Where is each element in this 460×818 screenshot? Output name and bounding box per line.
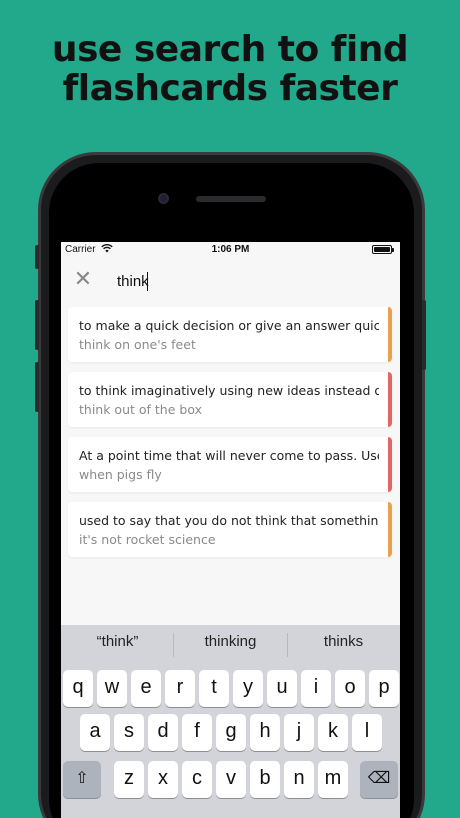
key-q[interactable]: q	[63, 670, 93, 707]
key-o[interactable]: o	[335, 670, 365, 707]
result-card[interactable]: used to say that you do not think that s…	[68, 502, 392, 557]
key-e[interactable]: e	[131, 670, 161, 707]
suggestion-thinking[interactable]: thinking	[174, 633, 287, 650]
result-card[interactable]: to think imaginatively using new ideas i…	[68, 372, 392, 427]
key-s[interactable]: s	[114, 714, 144, 751]
card-definition: to make a quick decision or give an answ…	[79, 318, 379, 333]
card-definition: used to say that you do not think that s…	[79, 513, 379, 528]
key-t[interactable]: t	[199, 670, 229, 707]
key-a[interactable]: a	[80, 714, 110, 751]
close-icon[interactable]: ✕	[73, 268, 93, 292]
status-bar: Carrier 1:06 PM	[61, 242, 400, 258]
key-c[interactable]: c	[182, 761, 212, 798]
card-color-stripe	[388, 437, 392, 492]
key-k[interactable]: k	[318, 714, 348, 751]
key-u[interactable]: u	[267, 670, 297, 707]
key-l[interactable]: l	[352, 714, 382, 751]
key-z[interactable]: z	[114, 761, 144, 798]
suggestion-thinks[interactable]: thinks	[287, 633, 400, 650]
status-time: 1:06 PM	[211, 244, 250, 255]
key-j[interactable]: j	[284, 714, 314, 751]
result-card[interactable]: to make a quick decision or give an answ…	[68, 307, 392, 362]
suggestion-bar: “think” thinking thinks	[61, 625, 400, 665]
front-camera	[158, 193, 169, 204]
key-n[interactable]: n	[284, 761, 314, 798]
key-x[interactable]: x	[148, 761, 178, 798]
card-term: think out of the box	[79, 402, 202, 417]
key-f[interactable]: f	[182, 714, 212, 751]
mute-switch	[35, 245, 39, 269]
card-definition: At a point time that will never come to …	[79, 448, 379, 463]
key-p[interactable]: p	[369, 670, 399, 707]
delete-icon[interactable]: ⌫	[360, 761, 398, 798]
result-card[interactable]: At a point time that will never come to …	[68, 437, 392, 492]
search-results-list: to make a quick decision or give an answ…	[68, 307, 400, 567]
key-i[interactable]: i	[301, 670, 331, 707]
volume-down-button	[35, 362, 39, 412]
search-input[interactable]	[117, 270, 377, 292]
promo-line-1: use search to find	[51, 29, 409, 70]
power-button	[422, 300, 426, 370]
card-term: it's not rocket science	[79, 532, 216, 547]
volume-up-button	[35, 300, 39, 350]
battery-icon	[372, 245, 394, 254]
key-h[interactable]: h	[250, 714, 280, 751]
promo-headline: use search to find flashcards faster	[0, 30, 460, 108]
key-d[interactable]: d	[148, 714, 178, 751]
earpiece-speaker	[196, 196, 266, 202]
card-color-stripe	[388, 307, 392, 362]
search-bar: ✕	[61, 264, 400, 298]
app-screen: Carrier 1:06 PM ✕ to make a quick decisi…	[61, 242, 400, 818]
text-caret	[147, 272, 148, 291]
card-color-stripe	[388, 372, 392, 427]
shift-icon[interactable]: ⇧	[63, 761, 101, 798]
card-color-stripe	[388, 502, 392, 557]
promo-line-2: flashcards faster	[62, 68, 398, 109]
key-r[interactable]: r	[165, 670, 195, 707]
key-g[interactable]: g	[216, 714, 246, 751]
key-m[interactable]: m	[318, 761, 348, 798]
key-w[interactable]: w	[97, 670, 127, 707]
card-definition: to think imaginatively using new ideas i…	[79, 383, 379, 398]
key-b[interactable]: b	[250, 761, 280, 798]
keyboard: “think” thinking thinks qwertyuiop asdfgh…	[61, 625, 400, 818]
key-y[interactable]: y	[233, 670, 263, 707]
card-term: when pigs fly	[79, 467, 162, 482]
suggestion-quoted[interactable]: “think”	[61, 633, 174, 650]
card-term: think on one's feet	[79, 337, 196, 352]
key-v[interactable]: v	[216, 761, 246, 798]
